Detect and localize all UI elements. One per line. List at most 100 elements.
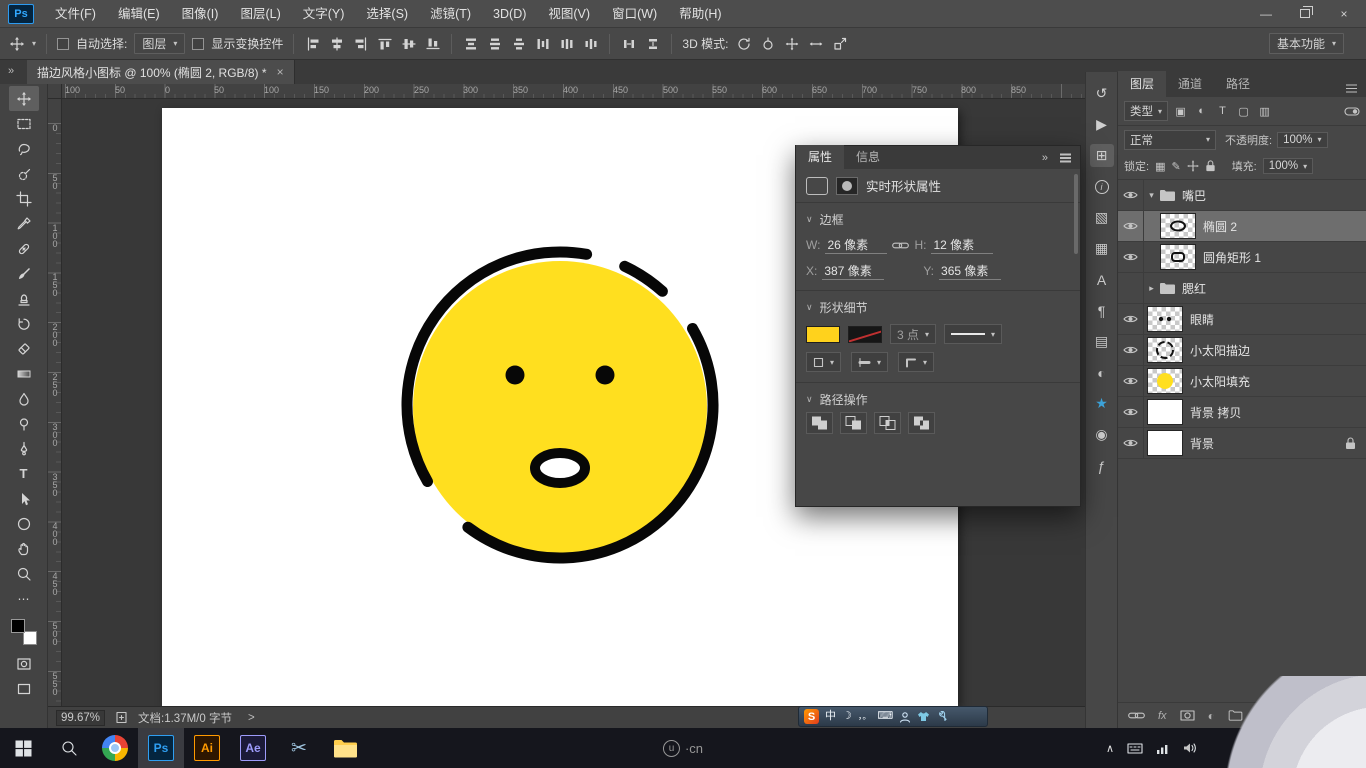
- align-right-icon[interactable]: [352, 36, 369, 52]
- opacity-dropdown[interactable]: 100%▾: [1277, 132, 1327, 148]
- layer-thumbnail[interactable]: [1160, 244, 1196, 270]
- actions-panel-icon[interactable]: ▶: [1090, 113, 1114, 136]
- distribute-spacing-vertical-icon[interactable]: [644, 36, 661, 52]
- crop-tool[interactable]: [9, 186, 39, 211]
- lock-all-icon[interactable]: [1205, 160, 1216, 172]
- lock-transparency-icon[interactable]: ▦: [1155, 160, 1165, 173]
- menu-type[interactable]: 文字(Y): [292, 0, 356, 28]
- minimize-button[interactable]: —: [1260, 7, 1272, 21]
- path-selection-tool[interactable]: [9, 486, 39, 511]
- constrain-proportions-link-icon[interactable]: [892, 241, 909, 250]
- filter-smart-object-icon[interactable]: ▥: [1256, 103, 1273, 120]
- intersect-shapes-button[interactable]: [874, 412, 901, 434]
- add-mask-icon[interactable]: [1180, 710, 1195, 721]
- layer-row-background[interactable]: 背景: [1118, 428, 1366, 459]
- align-top-icon[interactable]: [376, 36, 393, 52]
- move-tool[interactable]: [9, 86, 39, 111]
- layer-row-eyes[interactable]: 眼睛: [1118, 304, 1366, 335]
- section-collapse-icon[interactable]: ∨: [806, 394, 813, 405]
- auto-select-checkbox[interactable]: [57, 38, 69, 50]
- tab-paths[interactable]: 路径: [1214, 71, 1262, 97]
- layer-row-sun-fill[interactable]: 小太阳填充: [1118, 366, 1366, 397]
- tab-info[interactable]: 信息: [844, 145, 892, 169]
- layer-thumbnail[interactable]: [1147, 337, 1183, 363]
- panel-menu-icon[interactable]: [1346, 88, 1357, 90]
- tray-network-icon[interactable]: [1156, 743, 1170, 754]
- layer-thumbnail[interactable]: [1147, 399, 1183, 425]
- show-transform-checkbox[interactable]: [192, 38, 204, 50]
- layer-row-group-mouth[interactable]: ▾ 嘴巴: [1118, 180, 1366, 211]
- 3d-slide-icon[interactable]: [807, 36, 824, 52]
- panel-menu-icon[interactable]: [1060, 157, 1071, 159]
- taskbar-snipping-tool-icon[interactable]: ✂: [276, 728, 322, 768]
- menu-3d[interactable]: 3D(D): [482, 0, 537, 28]
- lasso-tool[interactable]: [9, 136, 39, 161]
- zoom-level-field[interactable]: 99.67%: [56, 710, 105, 726]
- libraries-panel-icon[interactable]: ★: [1090, 392, 1114, 415]
- path-operations-header[interactable]: ∨ 路径操作: [806, 391, 1070, 408]
- layer-row-background-copy[interactable]: 背景 拷贝: [1118, 397, 1366, 428]
- brush-tool[interactable]: [9, 261, 39, 286]
- ellipse-tool[interactable]: [9, 511, 39, 536]
- stroke-width-dropdown[interactable]: 3 点▾: [890, 324, 936, 344]
- rectangular-marquee-tool[interactable]: [9, 111, 39, 136]
- distribute-top-icon[interactable]: [462, 36, 479, 52]
- exclude-overlapping-shapes-button[interactable]: [908, 412, 935, 434]
- glyphs-panel-icon[interactable]: ▤: [1090, 330, 1114, 353]
- color-panel-icon[interactable]: ▧: [1090, 206, 1114, 229]
- visibility-toggle[interactable]: [1118, 335, 1144, 365]
- bounds-section-header[interactable]: ∨ 边框: [806, 211, 1070, 228]
- tab-layers[interactable]: 图层: [1118, 71, 1166, 97]
- visibility-toggle[interactable]: [1118, 242, 1144, 272]
- layer-row-ellipse-2[interactable]: 椭圆 2: [1118, 211, 1366, 242]
- tab-channels[interactable]: 通道: [1166, 71, 1214, 97]
- foreground-color-swatch[interactable]: [11, 619, 25, 633]
- horizontal-ruler[interactable]: 100 50 0 50 100 150 200 250 300 350 400 …: [62, 84, 1085, 99]
- taskbar-aftereffects-icon[interactable]: Ae: [230, 728, 276, 768]
- visibility-toggle[interactable]: [1118, 428, 1144, 458]
- toolbox-icon[interactable]: [936, 711, 948, 723]
- collapse-group-caret-icon[interactable]: ▾: [1144, 190, 1159, 201]
- blend-mode-dropdown[interactable]: 正常▾: [1124, 130, 1216, 150]
- distribute-spacing-horizontal-icon[interactable]: [620, 36, 637, 52]
- auto-select-dropdown[interactable]: 图层▾: [134, 33, 185, 54]
- align-vertical-center-icon[interactable]: [400, 36, 417, 52]
- distribute-horizontal-center-icon[interactable]: [558, 36, 575, 52]
- menu-layer[interactable]: 图层(L): [229, 0, 291, 28]
- layer-thumbnail[interactable]: [1160, 213, 1196, 239]
- menu-window[interactable]: 窗口(W): [601, 0, 668, 28]
- layer-effects-icon[interactable]: fx: [1158, 710, 1167, 722]
- filter-adjustment-layers-icon[interactable]: ◐: [1193, 103, 1210, 120]
- fill-dropdown[interactable]: 100%▾: [1263, 158, 1313, 174]
- layer-thumbnail[interactable]: [1147, 306, 1183, 332]
- punctuation-mode-icon[interactable]: ，。: [858, 712, 872, 721]
- menu-edit[interactable]: 编辑(E): [107, 0, 171, 28]
- paths-panel-icon[interactable]: ƒ: [1090, 454, 1114, 477]
- align-horizontal-center-icon[interactable]: [328, 36, 345, 52]
- properties-panel-icon[interactable]: ⊞: [1090, 144, 1114, 167]
- lock-position-icon[interactable]: [1187, 160, 1199, 172]
- section-collapse-icon[interactable]: ∨: [806, 302, 813, 313]
- section-collapse-icon[interactable]: ∨: [806, 214, 813, 225]
- 3d-drag-icon[interactable]: [783, 36, 800, 52]
- adjustments-panel-icon[interactable]: ◐: [1090, 361, 1114, 384]
- panel-scrollbar[interactable]: [1074, 174, 1078, 254]
- combine-shapes-button[interactable]: [806, 412, 833, 434]
- layer-row-group-blush[interactable]: ▸ 腮红: [1118, 273, 1366, 304]
- layer-row-rounded-rect-1[interactable]: 圆角矩形 1: [1118, 242, 1366, 273]
- menu-file[interactable]: 文件(F): [44, 0, 107, 28]
- character-panel-icon[interactable]: A: [1090, 268, 1114, 291]
- ime-language-mode[interactable]: 中: [825, 711, 836, 722]
- tray-expand-caret-icon[interactable]: ∧: [1106, 742, 1114, 755]
- delete-layer-icon[interactable]: [1280, 710, 1291, 722]
- menu-select[interactable]: 选择(S): [355, 0, 419, 28]
- history-brush-tool[interactable]: [9, 311, 39, 336]
- filter-pixel-layers-icon[interactable]: ▣: [1172, 103, 1189, 120]
- menu-image[interactable]: 图像(I): [171, 0, 230, 28]
- ruler-origin-corner[interactable]: [48, 84, 62, 99]
- visibility-toggle[interactable]: [1118, 211, 1144, 241]
- width-field[interactable]: 26 像素: [825, 236, 887, 254]
- stroke-align-dropdown[interactable]: ▾: [806, 352, 841, 372]
- 3d-scale-icon[interactable]: [831, 36, 848, 52]
- swatches-panel-icon[interactable]: ▦: [1090, 237, 1114, 260]
